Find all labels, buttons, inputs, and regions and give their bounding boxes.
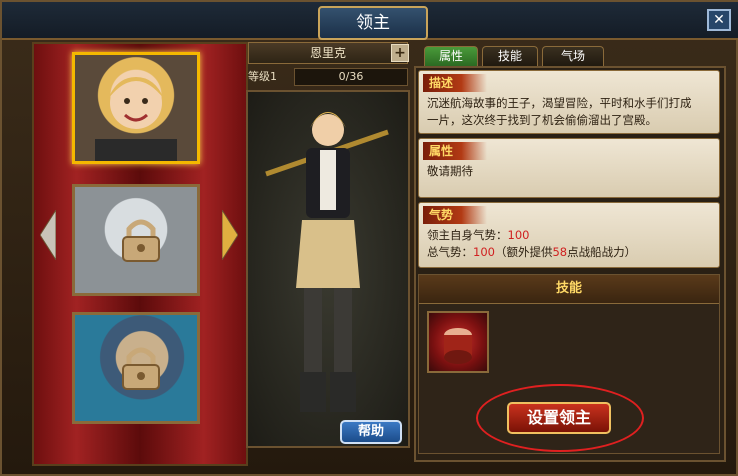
character-figure-icon: [265, 112, 389, 412]
character-display: [246, 90, 410, 448]
tab-attributes[interactable]: 属性: [424, 46, 478, 66]
exp-value: 0/36: [294, 68, 408, 86]
momentum-total-row: 总气势：100（额外提供58点战船战力）: [427, 244, 636, 261]
portrait-locked-3[interactable]: [72, 312, 200, 424]
description-section: 描述 沉迷航海故事的王子，渴望冒险，平时和水手们打成 一片，这次终于找到了机会偷…: [418, 70, 720, 134]
skills-heading: 技能: [419, 275, 719, 304]
momentum-section: 气势 领主自身气势：100 总气势：100（额外提供58点战船战力）: [418, 202, 720, 268]
level-label: 等级1: [248, 70, 277, 83]
next-arrow-icon[interactable]: [221, 208, 239, 262]
set-lord-button[interactable]: 设置领主: [507, 402, 611, 434]
lock-icon: [122, 347, 160, 390]
momentum-total-label: 总气势：: [427, 245, 473, 259]
momentum-extra-prefix: （额外提供: [494, 245, 553, 259]
momentum-extra-suffix: 点战船战力）: [567, 245, 637, 259]
plus-icon[interactable]: +: [391, 44, 409, 62]
close-icon[interactable]: ✕: [707, 9, 731, 31]
portrait-enrique[interactable]: [72, 52, 200, 164]
portrait-locked-2[interactable]: [72, 184, 200, 296]
lock-icon: [122, 219, 160, 262]
attributes-section: 属性 敬请期待: [418, 138, 720, 198]
momentum-extra-value: 58: [552, 245, 568, 259]
attributes-heading: 属性: [423, 142, 488, 160]
momentum-heading: 气势: [423, 206, 488, 224]
momentum-total-value: 100: [473, 245, 495, 259]
attributes-text: 敬请期待: [427, 164, 473, 178]
character-name: 恩里克: [248, 42, 408, 64]
lord-window: 领主 ✕ 恩里克 + 等级1 0/36 帮助 属性 技能 气场 描述 沉迷航海故…: [0, 0, 738, 476]
description-line-2: 一片，这次终于找到了机会偷偷溜出了宫殿。: [427, 113, 657, 127]
level-row: 等级1 0/36: [248, 68, 408, 86]
description-line-1: 沉迷航海故事的王子，渴望冒险，平时和水手们打成: [427, 96, 692, 110]
momentum-self-value: 100: [507, 228, 530, 242]
prev-arrow-icon[interactable]: [39, 208, 57, 262]
description-heading: 描述: [423, 74, 488, 92]
prince-face-icon: [95, 77, 177, 161]
tab-aura[interactable]: 气场: [542, 46, 604, 66]
title-bar: 领主 ✕: [2, 2, 738, 40]
drum-skill-icon[interactable]: [427, 311, 489, 373]
momentum-self-label: 领主自身气势：: [427, 228, 508, 242]
tab-skills[interactable]: 技能: [482, 46, 538, 66]
help-button[interactable]: 帮助: [340, 420, 402, 444]
window-title: 领主: [318, 6, 428, 40]
momentum-self-row: 领主自身气势：100: [427, 227, 529, 244]
